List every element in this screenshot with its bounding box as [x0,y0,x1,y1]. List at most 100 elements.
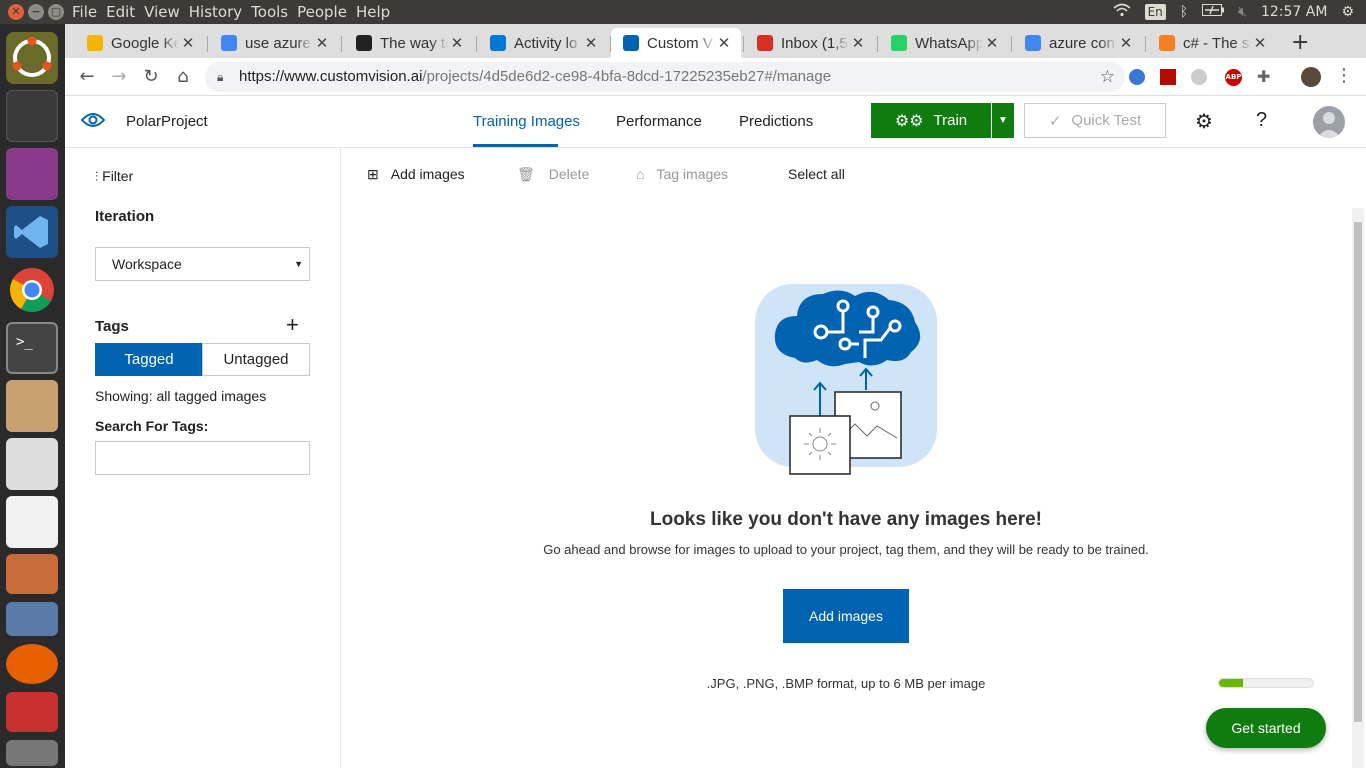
close-tab-icon[interactable]: ✕ [448,34,466,52]
reload-icon[interactable]: ↻ [139,65,163,89]
volume-muted-icon[interactable]: 🔇︎ [1238,4,1247,20]
azure-icon [490,35,506,51]
get-started-button[interactable]: Get started [1206,708,1326,748]
scrollbar-thumb[interactable] [1354,222,1362,722]
filter-button[interactable]: ⫶ Filter [95,168,133,185]
close-tab-icon[interactable]: ✕ [1251,34,1269,52]
add-images-button[interactable]: Add images [783,589,909,643]
close-tab-icon[interactable]: ✕ [1117,34,1135,52]
tag-images-button[interactable]: ⌂ Tag images [636,166,728,182]
project-name[interactable]: PolarProject [126,113,208,130]
search-tags-input[interactable] [95,441,310,475]
extension-blue-icon[interactable] [1129,69,1145,85]
add-tag-icon[interactable]: + [286,312,299,338]
google-keep-icon [87,35,103,51]
document-viewer-icon[interactable] [6,496,58,548]
vscode-icon[interactable] [6,206,58,258]
clock[interactable]: 12:57 AM [1261,4,1327,20]
tab-predictions[interactable]: Predictions [739,113,813,130]
tab-performance[interactable]: Performance [616,113,702,130]
browser-menu-icon[interactable]: ⋮ [1335,65,1353,86]
tab-training-images[interactable]: Training Images [473,113,580,130]
firefox-icon[interactable] [6,644,58,684]
browser-tab[interactable]: Activity lo ✕ [478,28,608,58]
browser-tab[interactable]: The way to ✕ [344,28,474,58]
browser-tab[interactable]: Inbox (1,5 ✕ [745,28,875,58]
search-tags-label: Search For Tags: [95,418,209,434]
help-icon[interactable]: ? [1256,109,1267,132]
adblock-icon[interactable]: ABP [1225,69,1242,86]
menu-file[interactable]: File [72,2,106,22]
browser-tab[interactable]: WhatsApp ✕ [879,28,1009,58]
close-tab-icon[interactable]: ✕ [983,34,1001,52]
text-editor-icon[interactable] [6,438,58,490]
iteration-select[interactable]: Workspace ▼ [95,247,310,281]
bookmark-star-icon[interactable]: ☆ [1100,62,1115,92]
tab-title: Custom Vi [647,34,715,52]
close-tab-icon[interactable]: ✕ [715,34,733,52]
back-icon[interactable]: ← [75,65,99,89]
workspace-switcher-icon[interactable] [6,90,58,142]
chrome-icon[interactable] [6,264,58,316]
window-close-icon[interactable]: ✕ [8,4,24,20]
app-red-icon[interactable] [6,692,58,732]
app-header: PolarProject Training Images Performance… [65,96,1366,148]
ubuntu-dash-icon[interactable] [6,32,58,84]
user-avatar[interactable] [1313,106,1345,138]
window-maximize-icon[interactable]: ▢ [48,4,64,20]
forward-icon[interactable]: → [107,65,131,89]
tab-separator [476,36,477,52]
close-tab-icon[interactable]: ✕ [582,34,600,52]
address-bar[interactable]: 🔒︎ https://www.customvision.ai/projects/… [205,62,1125,92]
browser-tab-strip: Google Ke ✕ use azure ✕ The way to ✕ Activity … [65,24,1366,58]
terminal-icon[interactable]: >_ [6,322,58,374]
delete-button[interactable]: 🗑︎ Delete [517,166,589,183]
profile-avatar-icon[interactable] [1301,67,1321,87]
untagged-toggle[interactable]: Untagged [202,343,310,376]
pdf-extension-icon[interactable] [1160,69,1176,85]
browser-tab[interactable]: Custom Vi ✕ [611,28,741,58]
browser-tab[interactable]: c# - The sp ✕ [1147,28,1277,58]
quick-test-button[interactable]: ✓ Quick Test [1024,103,1166,138]
extension-circle-icon[interactable] [1191,69,1207,85]
file-cabinet-icon[interactable] [6,380,58,432]
battery-icon[interactable] [1202,4,1225,20]
close-tab-icon[interactable]: ✕ [179,34,197,52]
trash-icon[interactable] [6,740,58,766]
select-all-button[interactable]: Select all [788,166,845,182]
settings-gear-icon[interactable]: ⚙ [1341,4,1354,20]
close-tab-icon[interactable]: ✕ [849,34,867,52]
tagged-toggle[interactable]: Tagged [95,343,203,376]
showing-text: Showing: all tagged images [95,388,267,404]
bluetooth-icon[interactable]: ᛒ [1180,4,1188,20]
menu-people[interactable]: People [297,2,356,22]
menu-edit[interactable]: Edit [106,2,144,22]
close-tab-icon[interactable]: ✕ [313,34,331,52]
home-icon[interactable]: ⌂ [171,65,195,89]
menu-history[interactable]: History [189,2,251,22]
app-purple-icon[interactable] [6,148,58,200]
browser-tab[interactable]: use azure ✕ [209,28,339,58]
menu-tools[interactable]: Tools [251,2,297,22]
menu-help[interactable]: Help [356,2,399,22]
menu-view[interactable]: View [144,2,189,22]
train-button[interactable]: ⚙⚙ Train [871,103,991,138]
keyboard-layout-indicator[interactable]: En [1144,4,1166,20]
add-images-toolbar-button[interactable]: ⊞ Add images [367,166,465,183]
tab-separator [1011,36,1012,52]
tab-title: Google Ke [111,34,179,52]
settings-icon[interactable]: ⚙ [1195,109,1213,134]
browser-tab[interactable]: Google Ke ✕ [75,28,205,58]
presentation-icon[interactable] [6,554,58,594]
wifi-icon[interactable] [1113,3,1131,21]
browser-tab[interactable]: azure conf ✕ [1013,28,1143,58]
train-dropdown-button[interactable]: ▼ [992,103,1014,138]
page-scrollbar[interactable] [1352,208,1364,768]
writer-icon[interactable] [6,602,58,636]
extension-puzzle-icon[interactable]: ✚ [1257,67,1270,86]
browser-toolbar: ← → ↻ ⌂ 🔒︎ https://www.customvision.ai/p… [65,58,1366,96]
tag-images-label: Tag images [656,166,729,182]
eye-logo-icon[interactable] [80,110,106,135]
new-tab-icon[interactable]: + [1291,30,1309,55]
window-minimize-icon[interactable]: − [28,4,44,20]
